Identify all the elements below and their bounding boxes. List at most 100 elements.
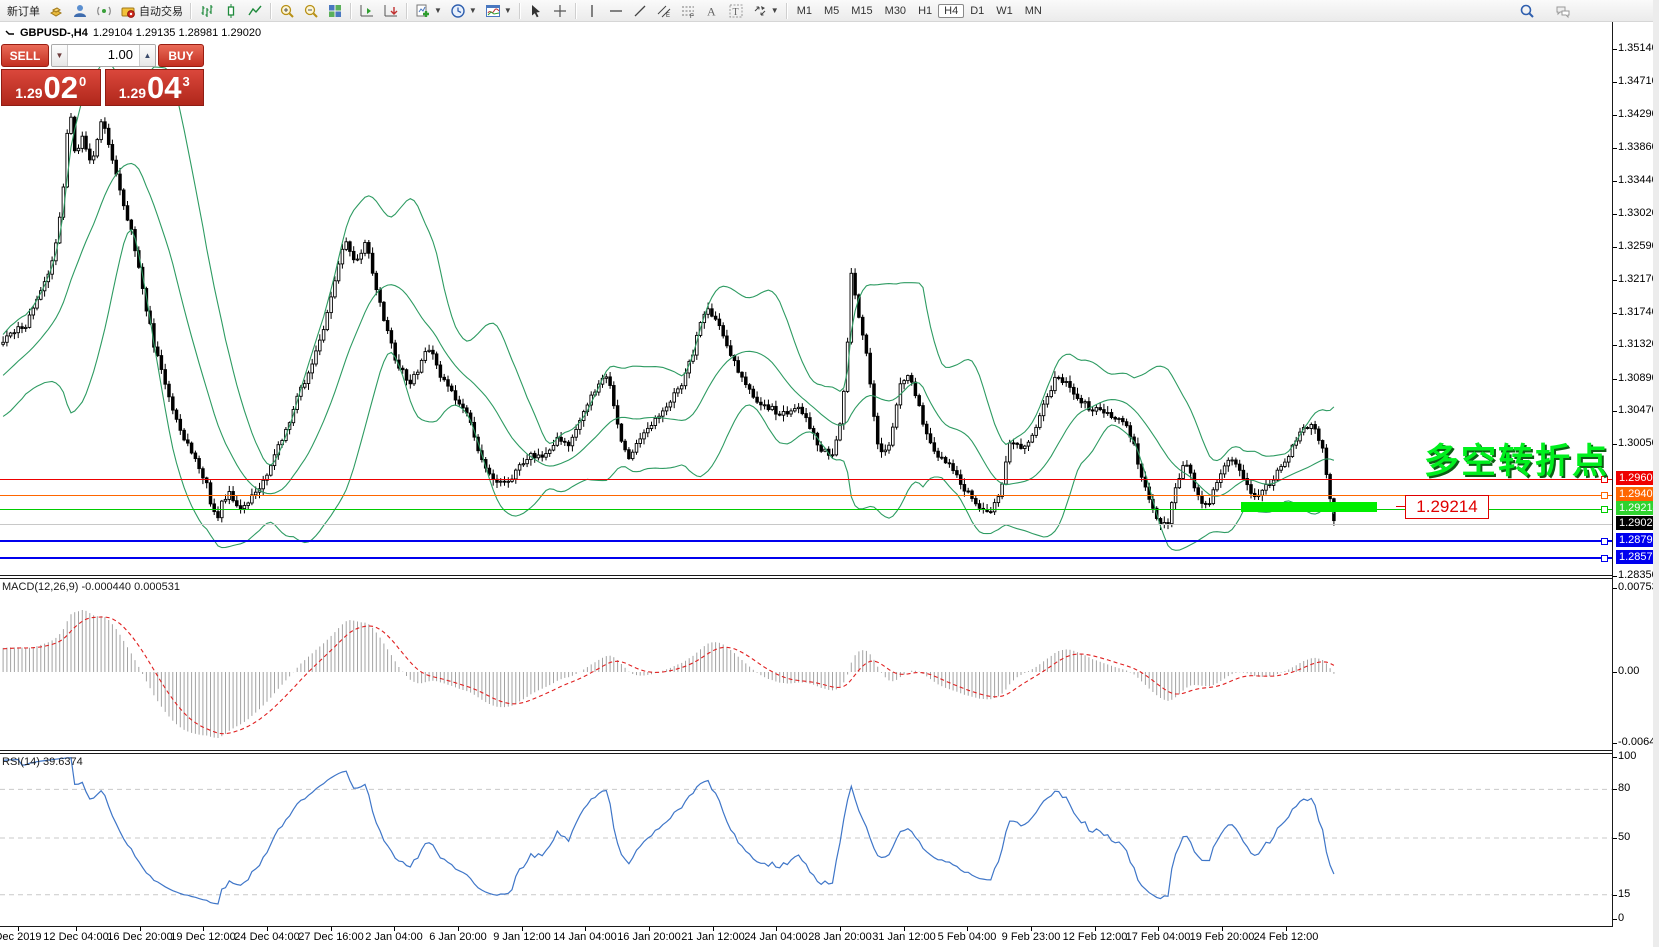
rsi-label: RSI(14) 39.6374: [2, 756, 83, 768]
vertical-line-icon[interactable]: [580, 1, 604, 21]
chart-window-icon: [5, 28, 15, 38]
main-chart[interactable]: [0, 22, 1659, 577]
chart-window-title: GBPUSD-,H4 1.29104 1.29135 1.28981 1.290…: [5, 27, 261, 39]
time-axis-tick: [585, 927, 586, 931]
time-axis-tick: [967, 927, 968, 931]
text-label-icon[interactable]: T: [724, 1, 748, 21]
tab-timeframe-h4[interactable]: H4: [938, 4, 964, 18]
time-axis-tick: [140, 927, 141, 931]
time-axis-tick: [713, 927, 714, 931]
svg-text:T: T: [732, 7, 738, 18]
main-macd-divider[interactable]: [0, 575, 1613, 576]
line-chart-icon[interactable]: [243, 1, 267, 21]
main-macd-divider2: [0, 578, 1613, 579]
tab-timeframe-m30[interactable]: M30: [879, 4, 912, 18]
zoom-out-icon[interactable]: [299, 1, 323, 21]
community-icon[interactable]: [68, 1, 92, 21]
candlestick-chart-icon[interactable]: [219, 1, 243, 21]
macd-label: MACD(12,26,9) -0.000440 0.000531: [2, 581, 180, 593]
tab-timeframe-m5[interactable]: M5: [818, 4, 845, 18]
auto-scroll-icon[interactable]: [379, 1, 403, 21]
sell-button[interactable]: SELL: [1, 44, 49, 67]
time-tick-label: 27 Dec 16:00: [298, 931, 363, 943]
time-tick-label: 21 Jan 12:00: [681, 931, 745, 943]
time-axis-tick: [458, 927, 459, 931]
equidistant-channel-icon[interactable]: E: [652, 1, 676, 21]
time-tick-label: 16 Dec 20:00: [107, 931, 172, 943]
time-tick-label: 12 Feb 12:00: [1063, 931, 1128, 943]
macd-rsi-divider[interactable]: [0, 750, 1613, 751]
new-order-label: 新订单: [7, 3, 40, 19]
sell-price-panel[interactable]: 1.29 02 0: [1, 69, 101, 106]
buy-price-small: 1.29: [119, 85, 146, 101]
time-tick-label: 14 Jan 04:00: [553, 931, 617, 943]
one-click-trading-panel: SELL ▼ 1.00 ▲ BUY 1.29 02 0 1.29 04 3: [1, 44, 204, 106]
buy-price-sup: 3: [183, 74, 190, 89]
volume-decrease-button[interactable]: ▼: [52, 45, 68, 66]
volume-input[interactable]: 1.00: [68, 45, 139, 66]
profiles-button[interactable]: ▼: [446, 1, 481, 21]
symbol-period-label: GBPUSD-,H4: [20, 27, 88, 39]
buy-button[interactable]: BUY: [158, 44, 204, 67]
time-axis-tick: [76, 927, 77, 931]
time-axis-tick: [394, 927, 395, 931]
main-toolbar: 新订单 自动交易: [0, 0, 1659, 22]
auto-trading-button[interactable]: 自动交易: [116, 1, 187, 21]
time-tick-label: 19 Dec 12:00: [170, 931, 235, 943]
chart-annotation-text[interactable]: 多空转折点: [1424, 433, 1609, 484]
new-order-button[interactable]: 新订单: [3, 1, 44, 21]
tab-timeframe-m1[interactable]: M1: [791, 4, 818, 18]
chart-shift-icon[interactable]: [355, 1, 379, 21]
sell-price-small: 1.29: [15, 85, 42, 101]
time-tick-label: 6 Jan 20:00: [429, 931, 487, 943]
cursor-icon[interactable]: [524, 1, 548, 21]
zoom-in-icon[interactable]: [275, 1, 299, 21]
gold-bars-icon[interactable]: [44, 1, 68, 21]
tab-timeframe-m15[interactable]: M15: [845, 4, 878, 18]
time-tick-label: 31 Jan 12:00: [872, 931, 936, 943]
tab-timeframe-h1[interactable]: H1: [912, 4, 938, 18]
time-axis-tick: [1158, 927, 1159, 931]
fibonacci-icon[interactable]: F: [676, 1, 700, 21]
arrows-tool-button[interactable]: ▼: [748, 1, 783, 21]
svg-text:F: F: [690, 14, 694, 19]
svg-text:E: E: [666, 13, 670, 19]
time-axis-tick: [1031, 927, 1032, 931]
time-axis-tick: [776, 927, 777, 931]
sell-price-sup: 0: [79, 74, 86, 89]
window-edge: [1653, 0, 1659, 947]
time-axis-tick: [18, 927, 19, 931]
time-axis-tick: [1286, 927, 1287, 931]
time-tick-label: 2 Jan 04:00: [365, 931, 423, 943]
tab-timeframe-d1[interactable]: D1: [964, 4, 990, 18]
mt4-window: 新订单 自动交易: [0, 0, 1659, 947]
price-label-box[interactable]: 1.29214: [1405, 495, 1489, 519]
time-tick-label: 9 Jan 12:00: [493, 931, 551, 943]
indicators-button[interactable]: ▼: [481, 1, 516, 21]
time-axis-tick: [904, 927, 905, 931]
tab-timeframe-mn[interactable]: MN: [1019, 4, 1048, 18]
tab-timeframe-w1[interactable]: W1: [990, 4, 1019, 18]
chat-icon[interactable]: [1555, 3, 1571, 19]
volume-increase-button[interactable]: ▲: [139, 45, 155, 66]
new-chart-button[interactable]: ▼: [411, 1, 446, 21]
highlight-rectangle[interactable]: [1241, 502, 1377, 512]
horizontal-line-icon[interactable]: [604, 1, 628, 21]
time-tick-label: 17 Feb 04:00: [1126, 931, 1191, 943]
time-tick-label: 24 Feb 12:00: [1254, 931, 1319, 943]
bar-chart-icon[interactable]: [195, 1, 219, 21]
crosshair-icon[interactable]: [548, 1, 572, 21]
time-tick-label: 16 Jan 20:00: [617, 931, 681, 943]
tile-windows-icon[interactable]: [323, 1, 347, 21]
trendline-icon[interactable]: [628, 1, 652, 21]
buy-price-panel[interactable]: 1.29 04 3: [105, 69, 205, 106]
rsi-panel[interactable]: [0, 753, 1659, 925]
time-tick-label: 12 Dec 04:00: [43, 931, 108, 943]
auto-trading-label: 自动交易: [139, 3, 183, 19]
search-icon[interactable]: [1519, 3, 1535, 19]
macd-rsi-divider2: [0, 753, 1613, 754]
signal-icon[interactable]: [92, 1, 116, 21]
text-tool-icon[interactable]: A: [700, 1, 724, 21]
time-axis-tick: [267, 927, 268, 931]
macd-panel[interactable]: [0, 578, 1659, 751]
